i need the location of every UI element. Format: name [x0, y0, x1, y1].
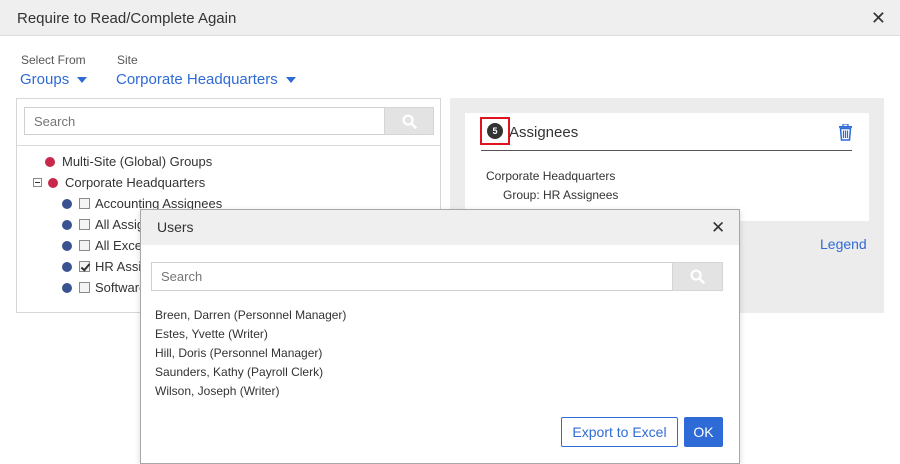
tree-item-label: Corporate Headquarters [65, 175, 206, 190]
site-dropdown[interactable]: Corporate Headquarters [116, 71, 296, 88]
users-search-input[interactable] [151, 262, 673, 291]
tree-item-software[interactable]: Software [62, 280, 146, 295]
group-checkbox-checked[interactable] [79, 261, 90, 272]
status-dot [62, 240, 72, 251]
status-dot [48, 177, 58, 188]
close-icon[interactable]: ✕ [711, 218, 725, 238]
assignee-group: Group: HR Assignees [503, 188, 619, 202]
user-list-item: Saunders, Kathy (Payroll Clerk) [155, 365, 324, 379]
assignees-title: Assignees [509, 124, 579, 141]
status-dot [62, 282, 72, 293]
tree-item-label: Multi-Site (Global) Groups [62, 154, 213, 169]
collapse-icon[interactable] [33, 178, 42, 187]
user-list-item: Hill, Doris (Personnel Manager) [155, 346, 323, 360]
site-value: Corporate Headquarters [116, 71, 278, 88]
highlight-box [480, 117, 510, 145]
group-checkbox[interactable] [79, 282, 90, 293]
tree-item-global-groups[interactable]: Multi-Site (Global) Groups [45, 154, 212, 169]
user-list-item: Wilson, Joseph (Writer) [155, 384, 280, 398]
card-divider [481, 150, 852, 151]
users-dialog-title: Users [157, 219, 194, 235]
group-checkbox[interactable] [79, 198, 90, 209]
search-icon [402, 114, 417, 129]
tree-item-label: Software [95, 280, 147, 295]
group-checkbox[interactable] [79, 219, 90, 230]
user-list-item: Breen, Darren (Personnel Manager) [155, 308, 347, 322]
status-dot [45, 156, 55, 167]
select-from-value: Groups [20, 71, 70, 88]
tree-divider [17, 145, 440, 146]
status-dot [62, 198, 72, 209]
close-icon[interactable]: ✕ [871, 8, 886, 29]
status-dot [62, 219, 72, 230]
select-from-dropdown[interactable]: Groups [20, 71, 88, 88]
ok-button[interactable]: OK [684, 417, 723, 447]
trash-icon[interactable] [838, 123, 853, 146]
group-search-button[interactable] [384, 107, 434, 135]
user-list-item: Estes, Yvette (Writer) [155, 327, 268, 341]
tree-item-all-assignees[interactable]: All Assig [62, 217, 144, 232]
group-search-input[interactable] [24, 107, 385, 135]
site-label: Site [117, 53, 138, 67]
tree-item-label: All Assig [95, 217, 145, 232]
search-icon [690, 269, 705, 284]
users-dialog-header [141, 210, 739, 245]
tree-item-all-exceptions[interactable]: All Excep [62, 238, 149, 253]
status-dot [62, 261, 72, 272]
tree-item-corporate-headquarters[interactable]: Corporate Headquarters [33, 175, 205, 190]
caret-down-icon [285, 77, 296, 84]
legend-link[interactable]: Legend [820, 236, 867, 252]
group-checkbox[interactable] [79, 240, 90, 251]
caret-down-icon [77, 77, 88, 84]
users-search-button[interactable] [672, 262, 723, 291]
export-to-excel-button[interactable]: Export to Excel [561, 417, 678, 447]
dialog-title: Require to Read/Complete Again [17, 10, 237, 27]
tree-item-hr-assignees[interactable]: HR Assig [62, 259, 148, 274]
select-from-label: Select From [21, 53, 86, 67]
assignee-site: Corporate Headquarters [486, 169, 616, 183]
